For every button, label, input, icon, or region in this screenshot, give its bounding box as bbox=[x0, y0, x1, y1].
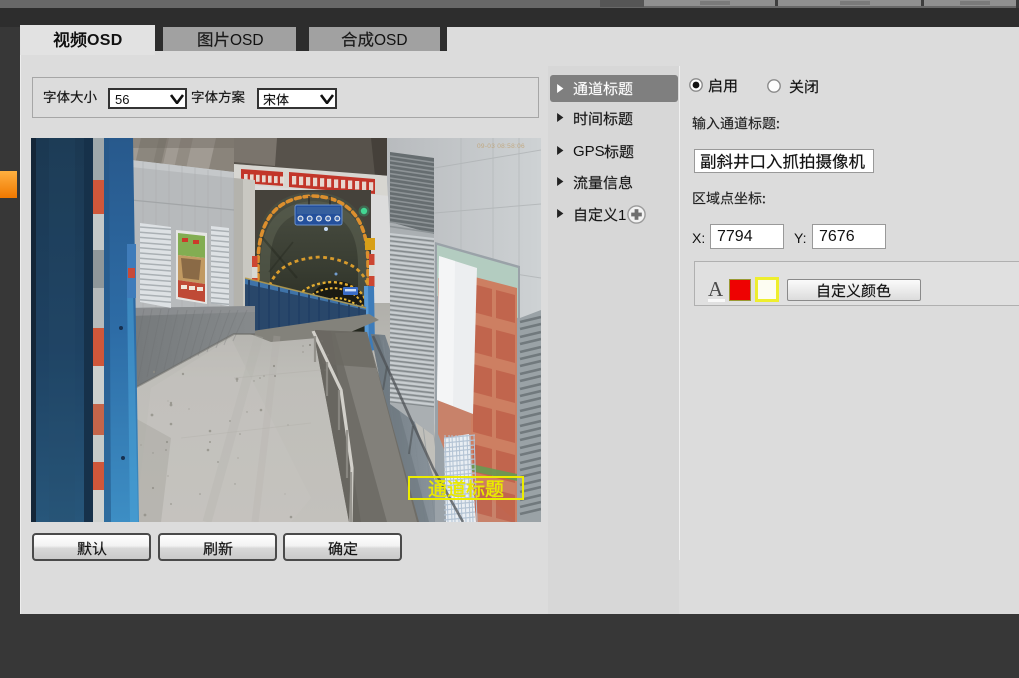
svg-text:09-03 08:58:06: 09-03 08:58:06 bbox=[477, 143, 525, 150]
